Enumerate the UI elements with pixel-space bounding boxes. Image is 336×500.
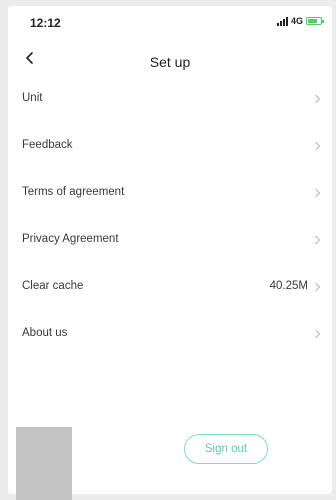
cache-size-value: 40.25M bbox=[269, 280, 308, 292]
menu-item-label: About us bbox=[22, 327, 68, 339]
signal-icon bbox=[276, 16, 288, 26]
chevron-right-icon bbox=[315, 329, 321, 339]
status-indicators: 4G bbox=[276, 16, 324, 26]
menu-item-terms-of-agreement[interactable]: Terms of agreement bbox=[8, 176, 332, 223]
battery-icon bbox=[306, 17, 324, 25]
settings-menu: Unit Feedback Terms of agreement Privacy… bbox=[8, 82, 332, 364]
chevron-right-icon bbox=[315, 188, 321, 198]
chevron-right-icon bbox=[315, 235, 321, 245]
chevron-right-icon bbox=[315, 282, 321, 292]
menu-item-label: Terms of agreement bbox=[22, 186, 125, 198]
menu-item-label: Unit bbox=[22, 92, 43, 104]
menu-item-clear-cache[interactable]: Clear cache 40.25M bbox=[8, 270, 332, 317]
menu-item-label: Feedback bbox=[22, 139, 73, 151]
chevron-right-icon bbox=[315, 94, 321, 104]
network-label: 4G bbox=[290, 16, 303, 26]
menu-item-unit[interactable]: Unit bbox=[8, 82, 332, 129]
chevron-right-icon bbox=[315, 141, 321, 151]
menu-item-privacy-agreement[interactable]: Privacy Agreement bbox=[8, 223, 332, 270]
status-bar: 12:12 4G bbox=[8, 6, 332, 36]
status-time: 12:12 bbox=[30, 16, 61, 30]
menu-item-feedback[interactable]: Feedback bbox=[8, 129, 332, 176]
nav-bar: Set up bbox=[8, 44, 332, 74]
phone-screen: 12:12 4G Set up Unit Feedback Terms of a… bbox=[8, 6, 332, 494]
page-title: Set up bbox=[149, 54, 191, 70]
sign-out-button[interactable]: Sign out bbox=[184, 434, 268, 464]
menu-item-label: Privacy Agreement bbox=[22, 233, 119, 245]
gray-placeholder-block bbox=[16, 427, 72, 500]
menu-item-about-us[interactable]: About us bbox=[8, 317, 332, 364]
menu-item-label: Clear cache bbox=[22, 280, 84, 292]
